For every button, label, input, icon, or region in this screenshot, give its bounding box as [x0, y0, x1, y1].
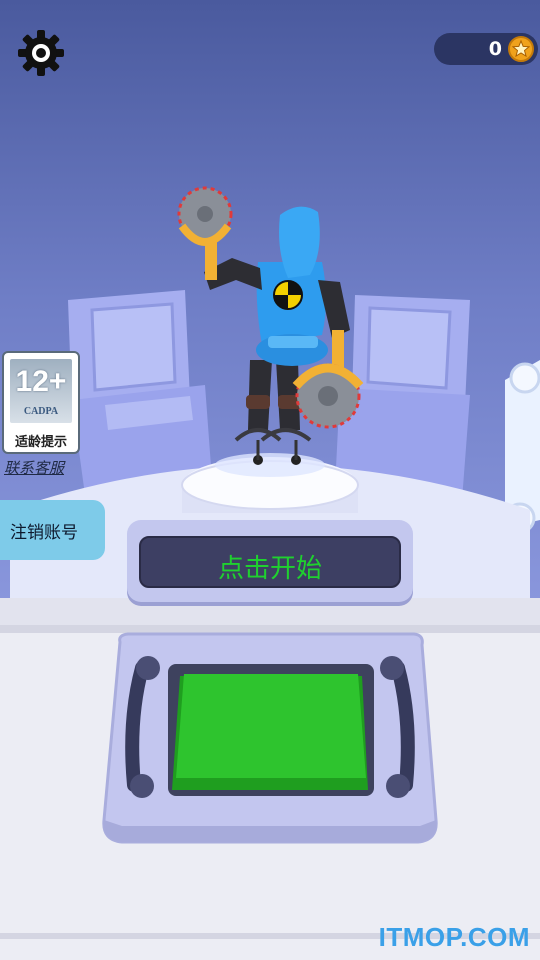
start-panel: 点击开始 — [127, 520, 413, 602]
cancel-account-button[interactable]: 注销账号 — [0, 500, 105, 560]
big-green-button[interactable] — [172, 674, 368, 790]
age-rating-org: CADPA — [23, 406, 59, 417]
game-scene — [0, 0, 540, 960]
gear-icon — [18, 30, 64, 76]
coin-counter: 0 — [434, 33, 538, 65]
saw-blade-upper — [177, 186, 233, 246]
start-button-label: 点击开始 — [217, 554, 322, 584]
site-watermark: ITMOP.COM — [378, 922, 530, 952]
cancel-account-label: 注销账号 — [10, 523, 78, 543]
age-rating-badge: 12+ CADPA 适龄提示 — [2, 351, 80, 454]
star-coin-icon — [508, 36, 534, 62]
age-rating-number: 12+ — [15, 365, 67, 398]
age-rating-plate: 12+ CADPA — [10, 359, 72, 423]
contact-support-link[interactable]: 联系客服 — [4, 457, 64, 478]
age-rating-label: 适龄提示 — [14, 435, 67, 450]
coin-count: 0 — [488, 38, 502, 60]
start-button[interactable]: 点击开始 — [139, 536, 401, 588]
settings-button[interactable] — [16, 28, 66, 78]
